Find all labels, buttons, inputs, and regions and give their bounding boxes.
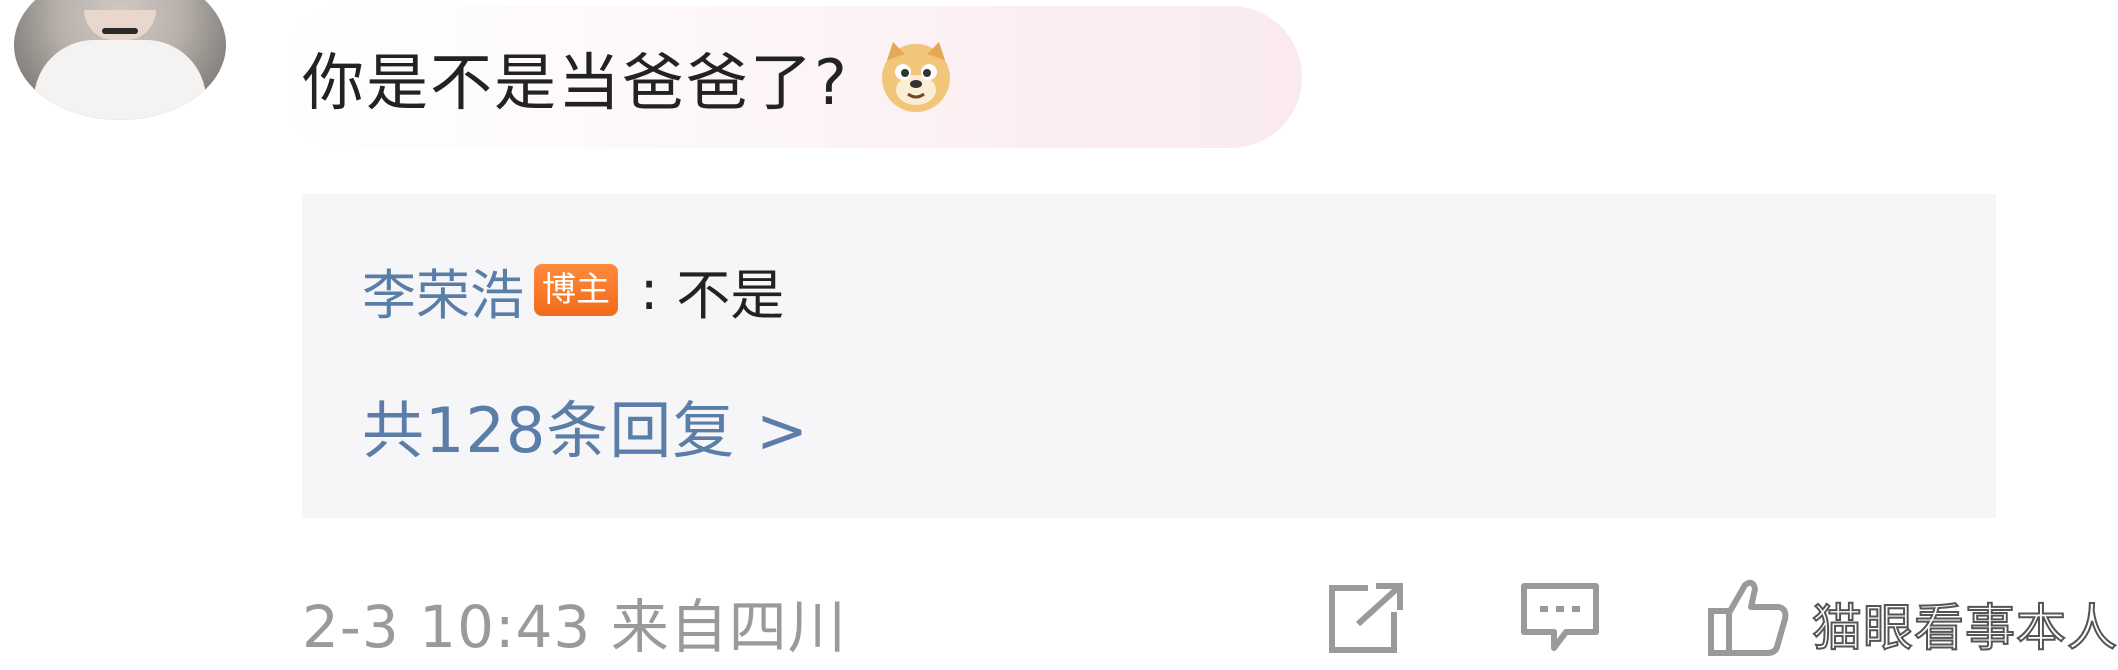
avatar[interactable]: [14, 0, 226, 120]
avatar-shirt: [34, 40, 206, 120]
reply-author-link[interactable]: 李荣浩: [362, 251, 524, 330]
timestamp-location: 2-3 10:43 来自四川: [302, 593, 847, 661]
watermark: 猫眼看事本人: [1811, 598, 2118, 658]
author-badge: 博主: [534, 264, 618, 316]
comment-bubble[interactable]: 你是不是当爸爸了?: [278, 6, 1302, 148]
avatar-choker: [102, 28, 138, 34]
doge-emoji-icon: [877, 38, 955, 116]
share-button[interactable]: [1326, 580, 1410, 658]
reply-text: 不是: [676, 263, 785, 327]
comment-icon: [1520, 580, 1600, 658]
reply-box[interactable]: 李荣浩 博主 : 不是 共128条回复 >: [302, 194, 1996, 518]
view-replies-link[interactable]: 共128条回复 >: [362, 380, 809, 470]
reply-separator: :: [640, 258, 659, 322]
thumbs-up-icon: [1707, 577, 1789, 661]
comment-button[interactable]: [1518, 580, 1602, 658]
like-button[interactable]: [1706, 577, 1790, 661]
avatar-neck: [84, 10, 156, 40]
share-icon: [1328, 580, 1408, 658]
comment-text: 你是不是当爸爸了?: [302, 46, 849, 119]
reply-line: 李荣浩 博主 : 不是: [362, 252, 784, 328]
